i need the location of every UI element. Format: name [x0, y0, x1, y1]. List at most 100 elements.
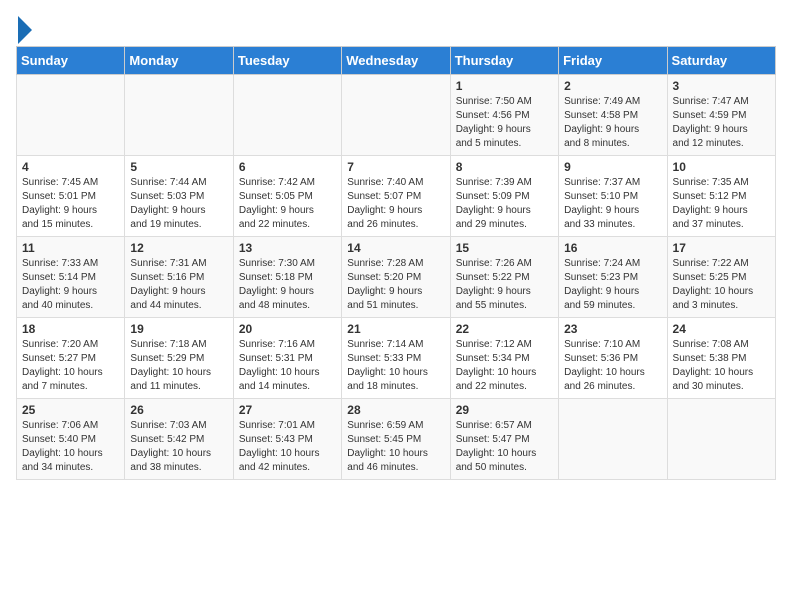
day-cell: 14 Sunrise: 7:28 AM Sunset: 5:20 PM Dayli… — [342, 237, 450, 318]
header-wednesday: Wednesday — [342, 47, 450, 75]
day-cell: 26 Sunrise: 7:03 AM Sunset: 5:42 PM Dayli… — [125, 399, 233, 480]
day-number: 22 — [456, 322, 553, 336]
day-number: 3 — [673, 79, 770, 93]
day-info: Sunrise: 7:42 AM Sunset: 5:05 PM Dayligh… — [239, 176, 336, 232]
day-number: 25 — [22, 403, 119, 417]
day-cell: 7Sunrise: 7:40 AM Sunset: 5:07 PM Daylig… — [342, 156, 450, 237]
day-number: 11 — [22, 241, 119, 255]
header-saturday: Saturday — [667, 47, 775, 75]
day-number: 26 — [130, 403, 227, 417]
day-info: Sunrise: 7:44 AM Sunset: 5:03 PM Dayligh… — [130, 176, 227, 232]
day-number: 29 — [456, 403, 553, 417]
week-row-4: 18 Sunrise: 7:20 AM Sunset: 5:27 PM Dayli… — [17, 318, 776, 399]
day-info: Sunrise: 7:03 AM Sunset: 5:42 PM Dayligh… — [130, 419, 227, 475]
day-info: Sunrise: 7:33 AM Sunset: 5:14 PM Dayligh… — [22, 257, 119, 313]
day-cell: 8 Sunrise: 7:39 AM Sunset: 5:09 PM Daylig… — [450, 156, 558, 237]
day-info: Sunrise: 7:50 AM Sunset: 4:56 PM Dayligh… — [456, 95, 553, 151]
day-info: Sunrise: 7:40 AM Sunset: 5:07 PM Dayligh… — [347, 176, 444, 232]
day-number: 13 — [239, 241, 336, 255]
day-cell: 22 Sunrise: 7:12 AM Sunset: 5:34 PM Dayli… — [450, 318, 558, 399]
day-info: Sunrise: 7:01 AM Sunset: 5:43 PM Dayligh… — [239, 419, 336, 475]
logo — [16, 20, 32, 38]
day-cell: 16 Sunrise: 7:24 AM Sunset: 5:23 PM Dayli… — [559, 237, 667, 318]
day-cell: 23 Sunrise: 7:10 AM Sunset: 5:36 PM Dayli… — [559, 318, 667, 399]
day-cell: 5Sunrise: 7:44 AM Sunset: 5:03 PM Daylig… — [125, 156, 233, 237]
header-tuesday: Tuesday — [233, 47, 341, 75]
week-row-3: 11 Sunrise: 7:33 AM Sunset: 5:14 PM Dayli… — [17, 237, 776, 318]
day-cell: 21 Sunrise: 7:14 AM Sunset: 5:33 PM Dayli… — [342, 318, 450, 399]
day-cell — [559, 399, 667, 480]
day-info: Sunrise: 7:12 AM Sunset: 5:34 PM Dayligh… — [456, 338, 553, 394]
day-number: 19 — [130, 322, 227, 336]
day-number: 14 — [347, 241, 444, 255]
day-info: Sunrise: 7:14 AM Sunset: 5:33 PM Dayligh… — [347, 338, 444, 394]
day-cell: 25 Sunrise: 7:06 AM Sunset: 5:40 PM Dayli… — [17, 399, 125, 480]
day-number: 8 — [456, 160, 553, 174]
day-cell: 10 Sunrise: 7:35 AM Sunset: 5:12 PM Dayli… — [667, 156, 775, 237]
week-row-1: 1 Sunrise: 7:50 AM Sunset: 4:56 PM Daylig… — [17, 75, 776, 156]
day-cell: 6 Sunrise: 7:42 AM Sunset: 5:05 PM Daylig… — [233, 156, 341, 237]
day-number: 16 — [564, 241, 661, 255]
day-number: 10 — [673, 160, 770, 174]
day-cell — [233, 75, 341, 156]
day-cell: 18 Sunrise: 7:20 AM Sunset: 5:27 PM Dayli… — [17, 318, 125, 399]
day-cell: 4Sunrise: 7:45 AM Sunset: 5:01 PM Daylig… — [17, 156, 125, 237]
day-number: 21 — [347, 322, 444, 336]
header-sunday: Sunday — [17, 47, 125, 75]
day-number: 2 — [564, 79, 661, 93]
day-info: Sunrise: 7:22 AM Sunset: 5:25 PM Dayligh… — [673, 257, 770, 313]
day-number: 20 — [239, 322, 336, 336]
day-cell: 11 Sunrise: 7:33 AM Sunset: 5:14 PM Dayli… — [17, 237, 125, 318]
day-info: Sunrise: 7:06 AM Sunset: 5:40 PM Dayligh… — [22, 419, 119, 475]
day-info: Sunrise: 7:24 AM Sunset: 5:23 PM Dayligh… — [564, 257, 661, 313]
day-cell: 2 Sunrise: 7:49 AM Sunset: 4:58 PM Daylig… — [559, 75, 667, 156]
day-info: Sunrise: 7:37 AM Sunset: 5:10 PM Dayligh… — [564, 176, 661, 232]
day-cell: 9Sunrise: 7:37 AM Sunset: 5:10 PM Daylig… — [559, 156, 667, 237]
day-number: 28 — [347, 403, 444, 417]
day-cell: 3 Sunrise: 7:47 AM Sunset: 4:59 PM Daylig… — [667, 75, 775, 156]
page-header — [16, 16, 776, 38]
day-number: 1 — [456, 79, 553, 93]
day-cell — [125, 75, 233, 156]
day-info: Sunrise: 7:39 AM Sunset: 5:09 PM Dayligh… — [456, 176, 553, 232]
day-number: 4 — [22, 160, 119, 174]
day-cell: 27Sunrise: 7:01 AM Sunset: 5:43 PM Dayli… — [233, 399, 341, 480]
header-friday: Friday — [559, 47, 667, 75]
day-info: Sunrise: 7:35 AM Sunset: 5:12 PM Dayligh… — [673, 176, 770, 232]
day-cell: 24 Sunrise: 7:08 AM Sunset: 5:38 PM Dayli… — [667, 318, 775, 399]
day-info: Sunrise: 7:49 AM Sunset: 4:58 PM Dayligh… — [564, 95, 661, 151]
day-number: 24 — [673, 322, 770, 336]
day-info: Sunrise: 6:57 AM Sunset: 5:47 PM Dayligh… — [456, 419, 553, 475]
day-cell: 13 Sunrise: 7:30 AM Sunset: 5:18 PM Dayli… — [233, 237, 341, 318]
day-number: 23 — [564, 322, 661, 336]
week-row-2: 4Sunrise: 7:45 AM Sunset: 5:01 PM Daylig… — [17, 156, 776, 237]
day-number: 12 — [130, 241, 227, 255]
header-row: SundayMondayTuesdayWednesdayThursdayFrid… — [17, 47, 776, 75]
day-info: Sunrise: 7:26 AM Sunset: 5:22 PM Dayligh… — [456, 257, 553, 313]
day-info: Sunrise: 7:10 AM Sunset: 5:36 PM Dayligh… — [564, 338, 661, 394]
header-thursday: Thursday — [450, 47, 558, 75]
day-cell: 1 Sunrise: 7:50 AM Sunset: 4:56 PM Daylig… — [450, 75, 558, 156]
day-info: Sunrise: 7:20 AM Sunset: 5:27 PM Dayligh… — [22, 338, 119, 394]
day-cell: 28 Sunrise: 6:59 AM Sunset: 5:45 PM Dayli… — [342, 399, 450, 480]
day-info: Sunrise: 7:31 AM Sunset: 5:16 PM Dayligh… — [130, 257, 227, 313]
day-info: Sunrise: 7:30 AM Sunset: 5:18 PM Dayligh… — [239, 257, 336, 313]
day-cell: 20Sunrise: 7:16 AM Sunset: 5:31 PM Dayli… — [233, 318, 341, 399]
header-monday: Monday — [125, 47, 233, 75]
day-cell: 19Sunrise: 7:18 AM Sunset: 5:29 PM Dayli… — [125, 318, 233, 399]
day-cell: 17 Sunrise: 7:22 AM Sunset: 5:25 PM Dayli… — [667, 237, 775, 318]
day-info: Sunrise: 6:59 AM Sunset: 5:45 PM Dayligh… — [347, 419, 444, 475]
day-info: Sunrise: 7:08 AM Sunset: 5:38 PM Dayligh… — [673, 338, 770, 394]
day-cell: 29 Sunrise: 6:57 AM Sunset: 5:47 PM Dayli… — [450, 399, 558, 480]
day-cell: 15Sunrise: 7:26 AM Sunset: 5:22 PM Dayli… — [450, 237, 558, 318]
day-number: 18 — [22, 322, 119, 336]
day-number: 17 — [673, 241, 770, 255]
day-cell — [17, 75, 125, 156]
day-info: Sunrise: 7:47 AM Sunset: 4:59 PM Dayligh… — [673, 95, 770, 151]
calendar-table: SundayMondayTuesdayWednesdayThursdayFrid… — [16, 46, 776, 480]
day-cell — [342, 75, 450, 156]
day-number: 6 — [239, 160, 336, 174]
day-cell: 12 Sunrise: 7:31 AM Sunset: 5:16 PM Dayli… — [125, 237, 233, 318]
week-row-5: 25 Sunrise: 7:06 AM Sunset: 5:40 PM Dayli… — [17, 399, 776, 480]
day-info: Sunrise: 7:28 AM Sunset: 5:20 PM Dayligh… — [347, 257, 444, 313]
